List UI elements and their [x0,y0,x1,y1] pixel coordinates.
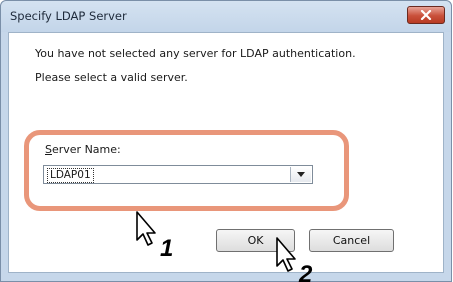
mouse-pointer-icon [136,211,156,246]
server-name-label-text: erver Name: [51,143,121,156]
server-name-label-accelerator: S [45,143,52,156]
close-icon [420,10,432,20]
specify-ldap-server-dialog: Specify LDAP Server You have not selecte… [0,0,452,282]
dialog-title: Specify LDAP Server [10,9,127,23]
mouse-pointer-icon [276,237,296,272]
dropdown-arrow-button[interactable] [290,167,311,182]
message-line-1: You have not selected any server for LDA… [35,47,356,60]
step-number-1: 1 [160,235,173,258]
server-name-value: LDAP01 [47,168,94,183]
chevron-down-icon [297,172,305,177]
server-name-dropdown[interactable]: LDAP01 [43,165,313,184]
cursor-annotation-1: 1 [136,211,173,258]
step-number-2: 2 [298,261,313,282]
cursor-annotation-2: 2 [276,237,313,282]
server-name-label: Server Name: [45,143,121,156]
title-bar: Specify LDAP Server [1,1,451,32]
close-button[interactable] [407,6,445,24]
message-line-2: Please select a valid server. [35,71,188,84]
